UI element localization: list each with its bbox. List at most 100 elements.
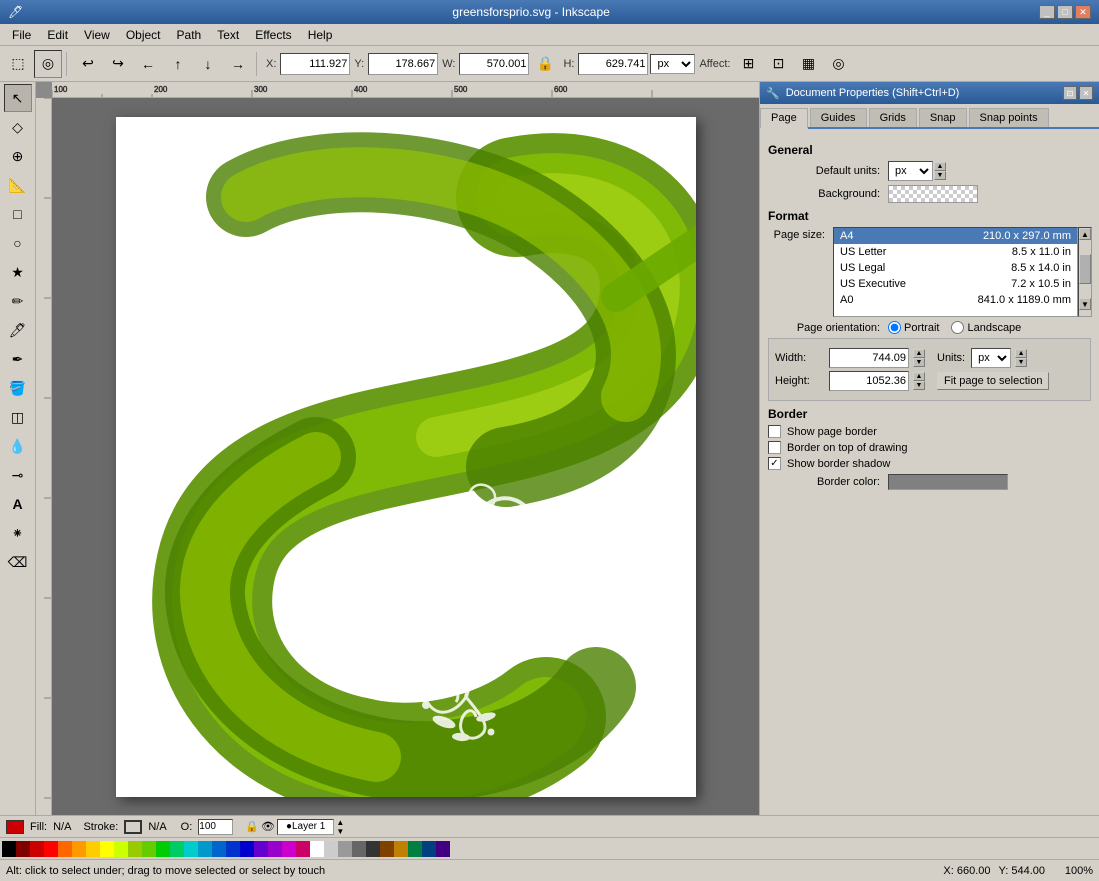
maximize-button[interactable]: □: [1057, 5, 1073, 19]
format-a4[interactable]: A4210.0 x 297.0 mm: [834, 228, 1077, 244]
landscape-radio[interactable]: Landscape: [951, 321, 1021, 334]
color-cell[interactable]: [240, 841, 254, 857]
format-list[interactable]: A4210.0 x 297.0 mm US Letter8.5 x 11.0 i…: [833, 227, 1078, 317]
tab-guides[interactable]: Guides: [810, 108, 867, 127]
format-a0[interactable]: A0841.0 x 1189.0 mm: [834, 292, 1077, 308]
circle-tool[interactable]: ○: [4, 229, 32, 257]
spray-tool[interactable]: ⁕: [4, 519, 32, 547]
default-units-select[interactable]: pxmminptcm: [888, 161, 933, 181]
color-cell[interactable]: [72, 841, 86, 857]
menu-text[interactable]: Text: [209, 26, 247, 44]
units-down[interactable]: ▼: [934, 171, 946, 180]
color-cell[interactable]: [58, 841, 72, 857]
bucket-tool[interactable]: 🪣: [4, 374, 32, 402]
color-cell[interactable]: [380, 841, 394, 857]
fit-to-selection-button[interactable]: Fit page to selection: [937, 372, 1049, 390]
affect-btn-3[interactable]: ▦: [794, 50, 822, 78]
tab-snap-points[interactable]: Snap points: [969, 108, 1049, 127]
color-cell[interactable]: [366, 841, 380, 857]
docprops-restore[interactable]: ⊡: [1063, 86, 1077, 100]
color-cell[interactable]: [170, 841, 184, 857]
background-color-picker[interactable]: [888, 185, 978, 203]
rect-tool[interactable]: □: [4, 200, 32, 228]
close-button[interactable]: ✕: [1075, 5, 1091, 19]
color-cell[interactable]: [114, 841, 128, 857]
scroll-down[interactable]: ▼: [1079, 298, 1091, 310]
menu-file[interactable]: File: [4, 26, 39, 44]
tab-snap[interactable]: Snap: [919, 108, 967, 127]
width-input[interactable]: [829, 348, 909, 368]
toolbar-arrow-left[interactable]: ←: [134, 50, 162, 78]
color-cell[interactable]: [226, 841, 240, 857]
format-us-legal[interactable]: US Legal8.5 x 14.0 in: [834, 260, 1077, 276]
show-border-shadow-row[interactable]: Show border shadow: [768, 457, 1091, 470]
color-cell[interactable]: [212, 841, 226, 857]
color-cell[interactable]: [44, 841, 58, 857]
menu-effects[interactable]: Effects: [247, 26, 299, 44]
color-cell[interactable]: [198, 841, 212, 857]
lock-icon[interactable]: 🔒: [531, 50, 559, 78]
color-cell[interactable]: [408, 841, 422, 857]
menu-help[interactable]: Help: [300, 26, 341, 44]
color-cell[interactable]: [296, 841, 310, 857]
eyedropper-tool[interactable]: 💧: [4, 432, 32, 460]
select-tool[interactable]: ↖: [4, 84, 32, 112]
border-on-top-checkbox[interactable]: [768, 441, 781, 454]
tab-grids[interactable]: Grids: [869, 108, 917, 127]
color-cell[interactable]: [128, 841, 142, 857]
node-tool[interactable]: ◇: [4, 113, 32, 141]
color-cell[interactable]: [156, 841, 170, 857]
affect-btn-4[interactable]: ◎: [824, 50, 852, 78]
color-cell[interactable]: [268, 841, 282, 857]
opacity-input[interactable]: [198, 819, 233, 835]
drawing-canvas[interactable]: [52, 98, 759, 815]
scroll-thumb[interactable]: [1079, 254, 1091, 284]
units-up[interactable]: ▲: [934, 162, 946, 171]
color-cell[interactable]: [86, 841, 100, 857]
show-border-shadow-checkbox[interactable]: [768, 457, 781, 470]
show-page-border-row[interactable]: Show page border: [768, 425, 1091, 438]
border-color-swatch[interactable]: [888, 474, 1008, 490]
tab-page[interactable]: Page: [760, 108, 808, 129]
format-scrollbar[interactable]: ▲ ▼: [1078, 227, 1092, 317]
affect-btn-2[interactable]: ⊡: [764, 50, 792, 78]
color-cell[interactable]: [184, 841, 198, 857]
toolbar-arrow-up[interactable]: ↑: [164, 50, 192, 78]
toolbar-btn-2[interactable]: ◎: [34, 50, 62, 78]
height-down[interactable]: ▼: [913, 381, 925, 390]
color-cell[interactable]: [324, 841, 338, 857]
layer-selector[interactable]: ●Layer 1: [277, 819, 334, 835]
affect-btn-1[interactable]: ⊞: [734, 50, 762, 78]
docprops-close[interactable]: ✕: [1079, 86, 1093, 100]
w-input[interactable]: [459, 53, 529, 75]
color-cell[interactable]: [352, 841, 366, 857]
layer-up[interactable]: ▲: [336, 818, 344, 827]
y-input[interactable]: [368, 53, 438, 75]
color-cell[interactable]: [422, 841, 436, 857]
layer-down[interactable]: ▼: [336, 827, 344, 836]
color-cell[interactable]: [100, 841, 114, 857]
color-cell[interactable]: [254, 841, 268, 857]
menu-path[interactable]: Path: [169, 26, 210, 44]
border-on-top-row[interactable]: Border on top of drawing: [768, 441, 1091, 454]
menu-view[interactable]: View: [76, 26, 118, 44]
height-up[interactable]: ▲: [913, 372, 925, 381]
eraser-tool[interactable]: ⌫: [4, 548, 32, 576]
units-down2[interactable]: ▼: [1015, 358, 1027, 367]
show-page-border-checkbox[interactable]: [768, 425, 781, 438]
color-cell[interactable]: [394, 841, 408, 857]
zoom-tool[interactable]: ⊕: [4, 142, 32, 170]
format-us-letter[interactable]: US Letter8.5 x 11.0 in: [834, 244, 1077, 260]
portrait-radio[interactable]: Portrait: [888, 321, 939, 334]
units-select[interactable]: pxmmin: [650, 54, 695, 74]
scroll-up[interactable]: ▲: [1079, 228, 1091, 240]
pen-tool[interactable]: 🖊: [4, 316, 32, 344]
h-input[interactable]: [578, 53, 648, 75]
height-input[interactable]: [829, 371, 909, 391]
toolbar-arrow-down[interactable]: ↓: [194, 50, 222, 78]
pencil-tool[interactable]: ✏: [4, 287, 32, 315]
color-cell[interactable]: [338, 841, 352, 857]
color-cell[interactable]: [282, 841, 296, 857]
redo-button[interactable]: ↪: [104, 50, 132, 78]
gradient-tool[interactable]: ◫: [4, 403, 32, 431]
